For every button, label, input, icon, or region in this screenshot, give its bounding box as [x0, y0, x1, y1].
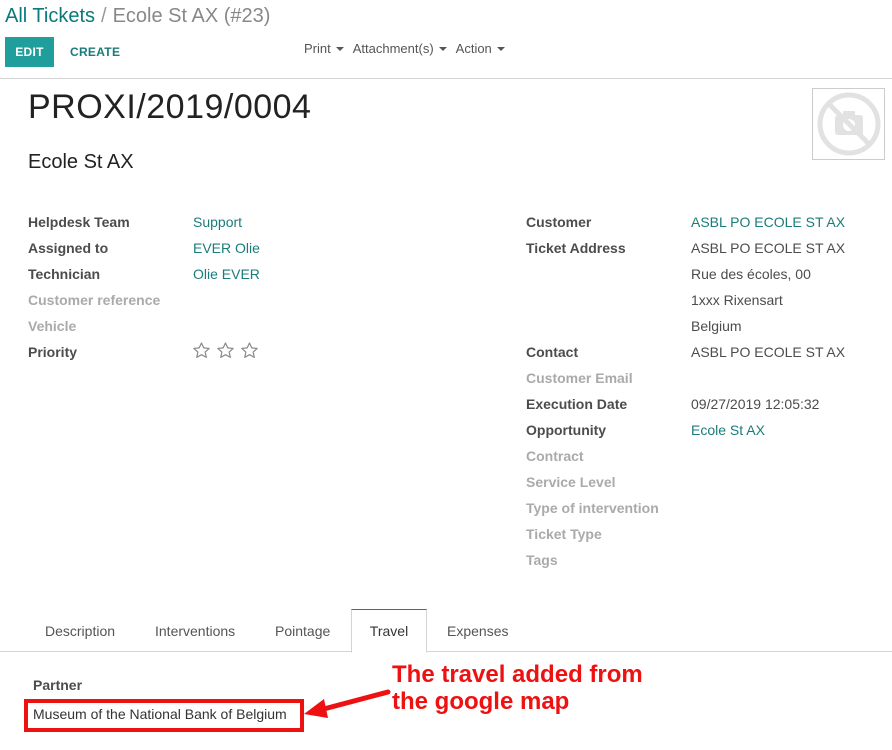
execution-date-label: Execution Date: [526, 396, 628, 412]
technician-value[interactable]: Olie EVER: [193, 264, 260, 284]
service-level-label: Service Level: [526, 474, 616, 490]
priority-stars: [192, 341, 259, 361]
vehicle-label: Vehicle: [28, 318, 77, 334]
tab-interventions[interactable]: Interventions: [155, 609, 235, 652]
tags-label: Tags: [526, 552, 558, 568]
star-icon[interactable]: [216, 341, 235, 360]
notebook-tabs: Description Interventions Pointage Trave…: [0, 609, 892, 653]
tab-expenses[interactable]: Expenses: [447, 609, 508, 652]
annotation-line2: the google map: [392, 688, 570, 715]
image-placeholder[interactable]: [812, 88, 885, 160]
breadcrumb: All Tickets / Ecole St AX (#23): [5, 5, 270, 28]
caret-down-icon: [496, 46, 505, 51]
ticket-address-line4: Belgium: [691, 318, 742, 334]
sidebar-menus: Print Attachment(s) Action: [304, 41, 505, 56]
ticket-number-title: PROXI/2019/0004: [28, 88, 312, 126]
action-dropdown[interactable]: Action: [456, 41, 505, 56]
breadcrumb-separator: /: [101, 5, 107, 27]
technician-label: Technician: [28, 266, 101, 282]
partner-label: Partner: [33, 677, 83, 693]
ticket-subject: Ecole St AX: [28, 151, 134, 173]
control-panel-divider: [0, 78, 892, 79]
customer-email-label: Customer Email: [526, 370, 633, 386]
assigned-to-label: Assigned to: [28, 240, 109, 256]
ticket-address-line2: Rue des écoles, 00: [691, 266, 811, 282]
contact-label: Contact: [526, 344, 579, 360]
caret-down-icon: [335, 46, 344, 51]
annotation-callout: The travel added from the google map: [392, 661, 643, 715]
contract-label: Contract: [526, 448, 584, 464]
assigned-to-value[interactable]: EVER Olie: [193, 238, 260, 258]
customer-value[interactable]: ASBL PO ECOLE ST AX: [691, 212, 845, 232]
no-camera-icon: [817, 92, 880, 156]
ticket-address-line3: 1xxx Rixensart: [691, 292, 783, 308]
priority-label: Priority: [28, 344, 78, 360]
create-button[interactable]: CREATE: [62, 37, 128, 67]
ticket-type-label: Ticket Type: [526, 526, 602, 542]
breadcrumb-current: Ecole St AX (#23): [112, 5, 271, 27]
star-icon[interactable]: [240, 341, 259, 360]
contact-value: ASBL PO ECOLE ST AX: [691, 344, 846, 360]
type-of-intervention-label: Type of intervention: [526, 500, 659, 516]
execution-date-value: 09/27/2019 12:05:32: [691, 396, 820, 412]
action-dropdown-label: Action: [455, 41, 492, 56]
partner-value[interactable]: Museum of the National Bank of Belgium: [33, 706, 287, 722]
helpdesk-team-label: Helpdesk Team: [28, 214, 130, 230]
tab-travel[interactable]: Travel: [351, 609, 427, 653]
tab-description[interactable]: Description: [45, 609, 115, 652]
annotation-line1: The travel added from: [392, 661, 643, 688]
attachments-dropdown-label: Attachment(s): [352, 41, 434, 56]
print-dropdown[interactable]: Print: [304, 41, 344, 56]
attachments-dropdown[interactable]: Attachment(s): [353, 41, 447, 56]
ticket-address-label: Ticket Address: [526, 240, 626, 256]
annotation-arrow-icon: [304, 689, 391, 718]
caret-down-icon: [438, 46, 447, 51]
opportunity-label: Opportunity: [526, 422, 607, 438]
helpdesk-team-value[interactable]: Support: [193, 212, 242, 232]
ticket-address-line1: ASBL PO ECOLE ST AX: [691, 240, 846, 256]
print-dropdown-label: Print: [304, 41, 331, 56]
opportunity-value[interactable]: Ecole St AX: [691, 420, 765, 440]
breadcrumb-all-tickets-link[interactable]: All Tickets: [5, 5, 95, 27]
star-icon[interactable]: [192, 341, 211, 360]
edit-button[interactable]: EDIT: [5, 37, 54, 67]
customer-reference-label: Customer reference: [28, 292, 161, 308]
tab-pointage[interactable]: Pointage: [275, 609, 330, 652]
customer-label: Customer: [526, 214, 592, 230]
